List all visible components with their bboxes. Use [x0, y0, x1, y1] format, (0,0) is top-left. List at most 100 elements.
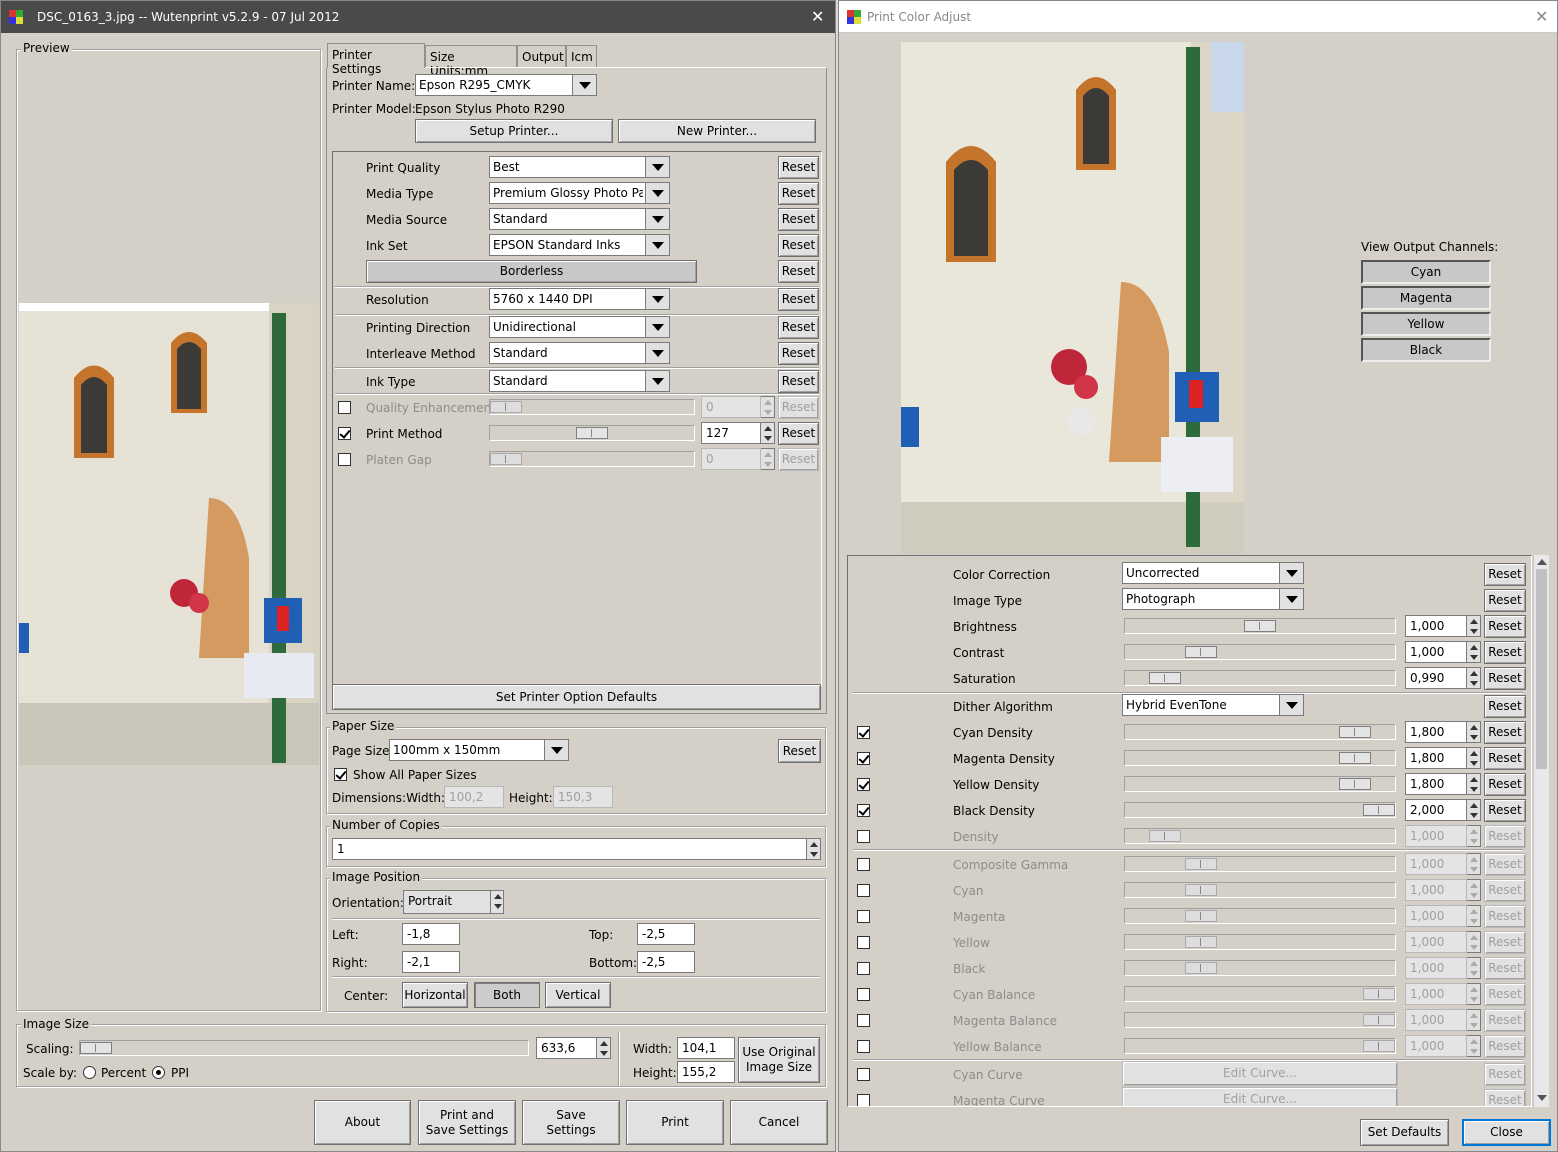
gamma-value-field-7[interactable]: 1,000 [1405, 1035, 1467, 1057]
copies-spinner[interactable] [807, 838, 821, 860]
density-slider-2[interactable] [1124, 776, 1396, 792]
chevron-down-icon[interactable] [1279, 563, 1303, 583]
density-reset-button-0[interactable]: Reset [1484, 721, 1526, 744]
use-original-size-button[interactable]: Use Original Image Size [738, 1037, 820, 1083]
gamma-value-field-6-spinner[interactable] [1467, 1009, 1481, 1031]
set-printer-defaults-button[interactable]: Set Printer Option Defaults [332, 684, 821, 710]
page-size-reset-button[interactable]: Reset [778, 739, 821, 763]
gamma-value-field-3[interactable]: 1,000 [1405, 931, 1467, 953]
color-correction-select[interactable]: Uncorrected [1122, 562, 1304, 584]
gamma-value-field-2[interactable]: 1,000 [1405, 905, 1467, 927]
scaling-slider[interactable] [79, 1040, 529, 1056]
adjust-reset-button-0[interactable]: Reset [1484, 615, 1526, 638]
chevron-down-icon[interactable] [645, 235, 669, 255]
height-field[interactable]: 155,2 [677, 1061, 735, 1083]
dither-reset-button[interactable]: Reset [1484, 695, 1526, 718]
gamma-value-field-5[interactable]: 1,000 [1405, 983, 1467, 1005]
chevron-down-icon[interactable] [645, 183, 669, 203]
slider-value-field-1[interactable]: 127 [701, 422, 761, 444]
gamma-value-field-3-spinner[interactable] [1467, 931, 1481, 953]
chevron-down-icon[interactable] [1279, 695, 1303, 715]
width-field[interactable]: 104,1 [677, 1037, 735, 1059]
print-button[interactable]: Print [626, 1100, 724, 1145]
slider-checkbox-2[interactable] [338, 453, 351, 466]
curve-checkbox-1[interactable] [857, 1094, 870, 1106]
gamma-value-field-2-spinner[interactable] [1467, 905, 1481, 927]
slider-thumb[interactable] [1149, 672, 1181, 684]
chevron-down-icon[interactable] [645, 289, 669, 309]
slider-checkbox-0[interactable] [338, 401, 351, 414]
image-type-select[interactable]: Photograph [1122, 588, 1304, 610]
scroll-down-icon[interactable] [1537, 1095, 1547, 1101]
adjust-value-field-2[interactable]: 0,990 [1405, 667, 1467, 689]
bottom-field[interactable]: -2,5 [637, 951, 695, 973]
page-size-select[interactable]: 100mm x 150mm [389, 739, 569, 761]
option-reset-button-1[interactable]: Reset [778, 182, 819, 205]
ppi-radio[interactable] [152, 1066, 165, 1079]
option-select-2[interactable]: Standard [489, 208, 670, 230]
density-value-field-2[interactable]: 1,800 [1405, 773, 1467, 795]
adjust-slider-0[interactable] [1124, 618, 1396, 634]
gamma-value-field-0[interactable]: 1,000 [1405, 853, 1467, 875]
gamma-value-field-4-spinner[interactable] [1467, 957, 1481, 979]
option-select-1[interactable]: Premium Glossy Photo Pap [489, 182, 670, 204]
image-type-reset-button[interactable]: Reset [1484, 589, 1526, 612]
density-value-field-4[interactable]: 1,000 [1405, 825, 1467, 847]
slider-spinner-2[interactable] [761, 448, 775, 470]
slider-checkbox-1[interactable] [338, 427, 351, 440]
slider-value-field-2[interactable]: 0 [701, 448, 761, 470]
option-reset-button-3[interactable]: Reset [778, 234, 819, 257]
gamma-checkbox-6[interactable] [857, 1014, 870, 1027]
slider-thumb[interactable] [1339, 778, 1371, 790]
cancel-button[interactable]: Cancel [730, 1100, 828, 1145]
slider-spinner-0[interactable] [761, 396, 775, 418]
dimension-height-field[interactable]: 150,3 [553, 786, 613, 808]
gamma-value-field-4[interactable]: 1,000 [1405, 957, 1467, 979]
adjust-slider-1[interactable] [1124, 644, 1396, 660]
density-reset-button-3[interactable]: Reset [1484, 799, 1526, 822]
chevron-down-icon[interactable] [645, 209, 669, 229]
gamma-checkbox-0[interactable] [857, 858, 870, 871]
gamma-value-field-1[interactable]: 1,000 [1405, 879, 1467, 901]
density-value-field-3-spinner[interactable] [1467, 799, 1481, 821]
slider-thumb[interactable] [576, 427, 608, 439]
density-value-field-4-spinner[interactable] [1467, 825, 1481, 847]
channel-button-yellow[interactable]: Yellow [1361, 312, 1491, 336]
slider-thumb[interactable] [1339, 726, 1371, 738]
adjust-value-field-1[interactable]: 1,000 [1405, 641, 1467, 663]
slider-thumb[interactable] [1363, 804, 1395, 816]
chevron-down-icon[interactable] [645, 371, 669, 391]
tab-icm[interactable]: Icm [566, 45, 597, 67]
adjust-value-field-1-spinner[interactable] [1467, 641, 1481, 663]
density-reset-button-2[interactable]: Reset [1484, 773, 1526, 796]
borderless-button[interactable]: Borderless [366, 260, 697, 283]
option2-select-2[interactable]: Standard [489, 342, 670, 364]
density-checkbox-3[interactable] [857, 804, 870, 817]
scroll-up-icon[interactable] [1537, 559, 1547, 565]
close-button[interactable]: Close [1462, 1119, 1551, 1146]
percent-radio[interactable] [83, 1066, 96, 1079]
option-select-0[interactable]: Best [489, 156, 670, 178]
tab-size-units[interactable]: Size Units:mm [425, 45, 517, 78]
copies-field[interactable]: 1 [332, 838, 807, 860]
density-checkbox-1[interactable] [857, 752, 870, 765]
option-reset-button-0[interactable]: Reset [778, 156, 819, 179]
adjust-value-field-0-spinner[interactable] [1467, 615, 1481, 637]
gamma-value-field-6[interactable]: 1,000 [1405, 1009, 1467, 1031]
show-all-sizes-checkbox[interactable] [334, 768, 347, 781]
slider-spinner-1[interactable] [761, 422, 775, 444]
channel-button-black[interactable]: Black [1361, 338, 1491, 362]
orientation-select[interactable]: Portrait [403, 890, 491, 914]
option-reset-button-2[interactable]: Reset [778, 208, 819, 231]
slider-thumb[interactable] [1185, 646, 1217, 658]
printer-name-select[interactable]: Epson R295_CMYK [415, 74, 597, 96]
option2-reset-button-3[interactable]: Reset [778, 370, 819, 393]
about-button[interactable]: About [314, 1100, 411, 1145]
gamma-value-field-1-spinner[interactable] [1467, 879, 1481, 901]
tab-output[interactable]: Output [517, 45, 566, 67]
adjust-reset-button-1[interactable]: Reset [1484, 641, 1526, 664]
setup-printer-button[interactable]: Setup Printer... [415, 119, 613, 143]
gamma-checkbox-1[interactable] [857, 884, 870, 897]
slider-value-field-0[interactable]: 0 [701, 396, 761, 418]
slider-reset-button-1[interactable]: Reset [778, 422, 819, 445]
